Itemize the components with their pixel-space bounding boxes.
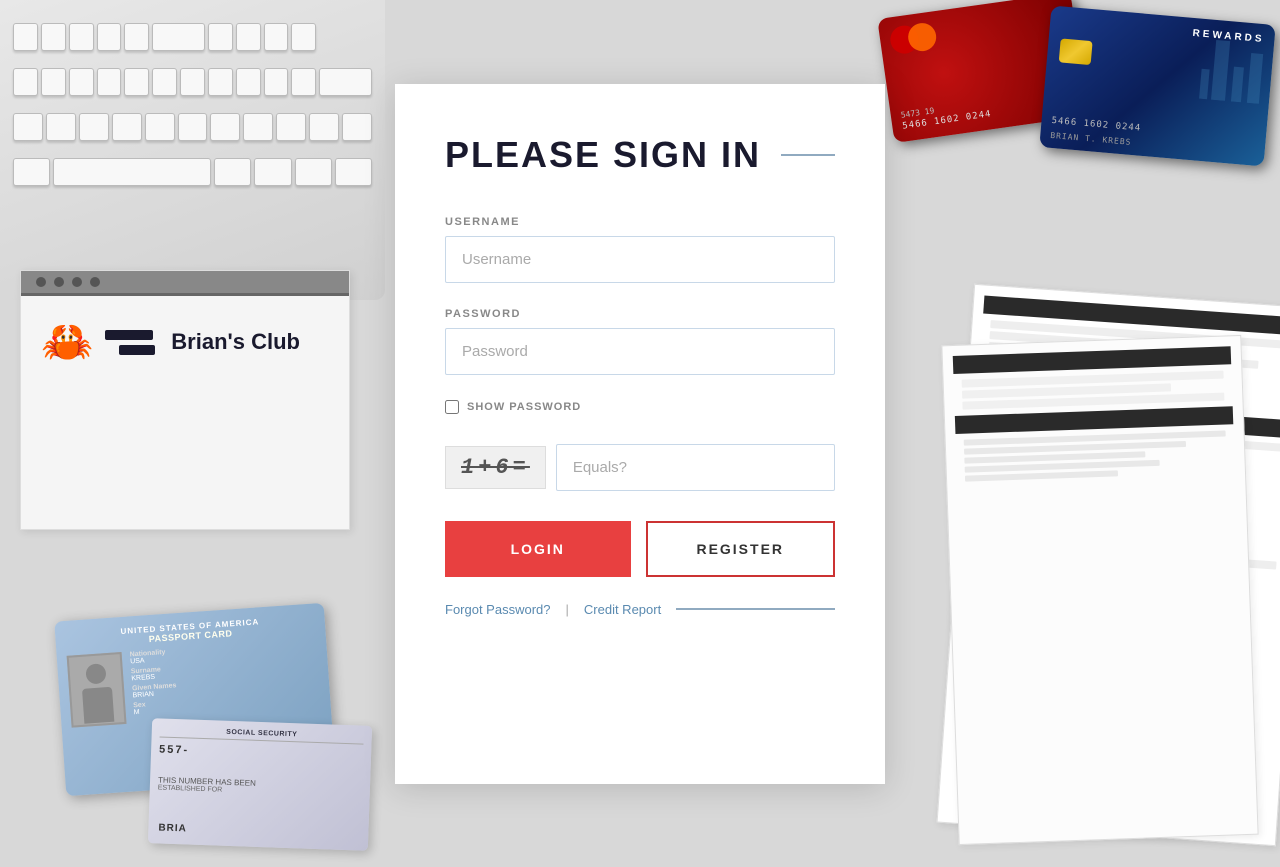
key [243, 113, 273, 141]
key [69, 68, 94, 96]
key [264, 23, 289, 51]
credit-report-link[interactable]: Credit Report [584, 602, 661, 617]
key [236, 23, 261, 51]
username-input[interactable] [445, 236, 835, 283]
key [124, 68, 149, 96]
key-shift [319, 68, 372, 96]
brand-name: Brian's Club [171, 329, 300, 355]
key [178, 113, 208, 141]
password-field-group: PASSWORD [445, 308, 835, 375]
password-input[interactable] [445, 328, 835, 375]
key [112, 113, 142, 141]
register-button[interactable]: REGISTER [646, 521, 836, 577]
forgot-password-link[interactable]: Forgot Password? [445, 602, 551, 617]
show-password-label: SHOW PASSWORD [467, 401, 581, 413]
key [264, 68, 289, 96]
key [214, 158, 251, 186]
key-return [152, 23, 205, 51]
key [335, 158, 372, 186]
key [41, 23, 66, 51]
key [97, 23, 122, 51]
key [342, 113, 372, 141]
key [13, 23, 38, 51]
username-field-group: USERNAME [445, 216, 835, 283]
login-button[interactable]: LOGIN [445, 521, 631, 577]
passport-photo [67, 652, 127, 728]
rewards-card: REWARDS 5466 1602 0244 BRIAN T. KREBS [1039, 5, 1276, 166]
page-title: PLEASE SIGN IN [445, 134, 761, 176]
key [295, 158, 332, 186]
title-row: PLEASE SIGN IN [445, 134, 835, 176]
social-security-card: SOCIAL SECURITY 557- THIS NUMBER HAS BEE… [148, 718, 372, 851]
key [145, 113, 175, 141]
buttons-row: LOGIN REGISTER [445, 521, 835, 577]
links-separator: | [566, 602, 569, 617]
key [79, 113, 109, 141]
title-divider [781, 154, 835, 156]
key [208, 68, 233, 96]
key [254, 158, 291, 186]
bottom-links-row: Forgot Password? | Credit Report [445, 602, 835, 617]
show-password-row: SHOW PASSWORD [445, 400, 835, 414]
bottom-divider [676, 608, 835, 610]
captcha-display: 1+6= [445, 446, 546, 489]
key [124, 23, 149, 51]
keyboard-bg [0, 0, 385, 300]
key [236, 68, 261, 96]
password-label: PASSWORD [445, 308, 835, 320]
key [309, 113, 339, 141]
captcha-row: 1+6= [445, 444, 835, 491]
key [13, 68, 38, 96]
key [13, 113, 43, 141]
card-chip-icon [1059, 38, 1093, 65]
username-label: USERNAME [445, 216, 835, 228]
social-card-header: SOCIAL SECURITY [160, 726, 364, 744]
key [41, 68, 66, 96]
captcha-input[interactable] [556, 444, 835, 491]
key [152, 68, 177, 96]
key [46, 113, 76, 141]
bill-sheet-2 [941, 335, 1258, 845]
key [276, 113, 306, 141]
key [208, 23, 233, 51]
key [291, 23, 316, 51]
key [13, 158, 50, 186]
notebook: 🦀 Brian's Club [20, 270, 350, 530]
card-number: 5466 1602 0244 [1051, 116, 1141, 134]
key [97, 68, 122, 96]
key [180, 68, 205, 96]
show-password-checkbox[interactable] [445, 400, 459, 414]
key [69, 23, 94, 51]
card-holder-name: BRIAN T. KREBS [1050, 131, 1132, 147]
crab-icon: 🦀 [41, 321, 93, 363]
login-panel: PLEASE SIGN IN USERNAME PASSWORD SHOW PA… [395, 84, 885, 784]
key [291, 68, 316, 96]
key-space [53, 158, 211, 186]
key [210, 113, 240, 141]
